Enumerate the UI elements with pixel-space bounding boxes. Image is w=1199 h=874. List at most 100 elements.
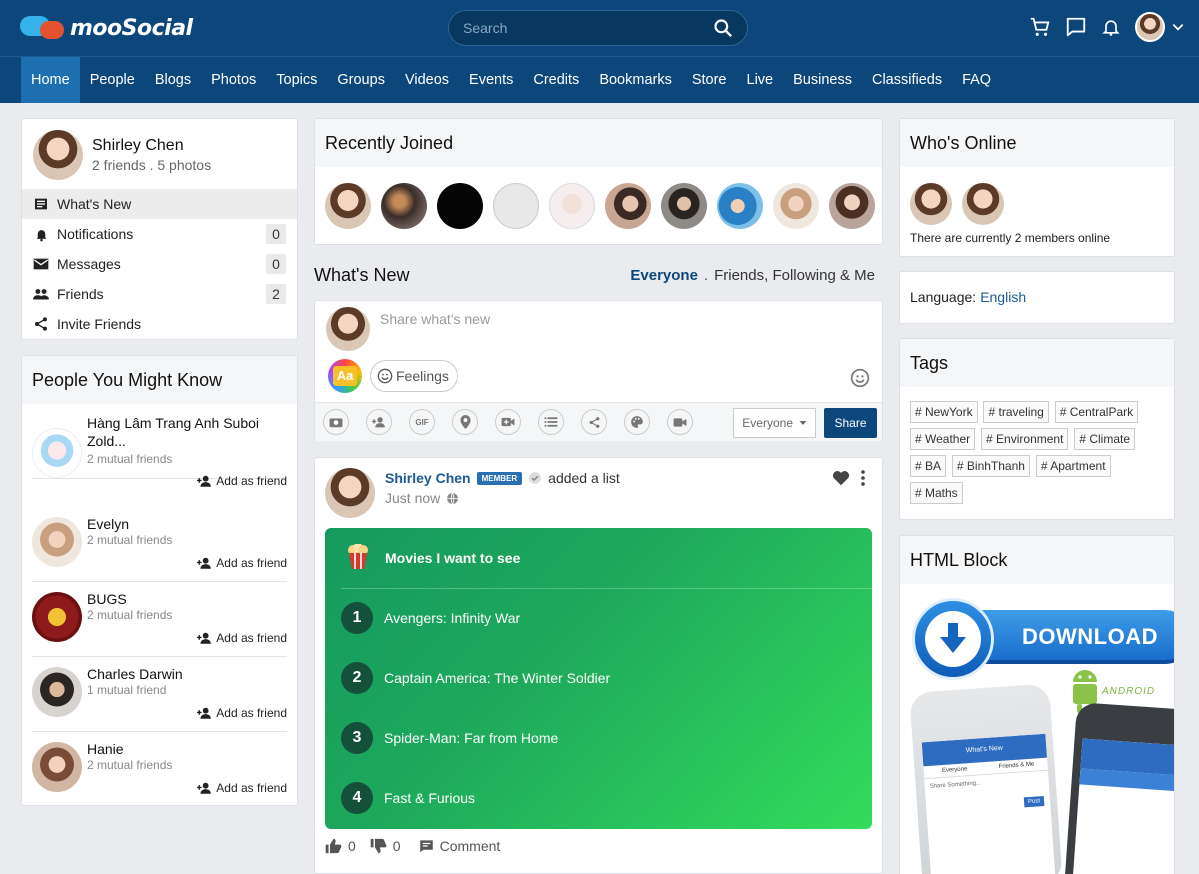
video-add-icon[interactable] <box>495 409 521 435</box>
add-friend-button[interactable]: Add as friend <box>197 781 287 795</box>
gif-icon[interactable]: GIF <box>409 409 435 435</box>
download-banner[interactable]: DOWNLOAD <box>912 598 1174 680</box>
tag-friend-icon[interactable] <box>366 409 392 435</box>
tag-item[interactable]: # CentralPark <box>1054 401 1139 423</box>
avatar[interactable] <box>32 428 82 478</box>
avatar[interactable] <box>829 183 875 229</box>
tag-item[interactable]: # Climate <box>1074 428 1135 450</box>
add-friend-button[interactable]: Add as friend <box>197 556 287 570</box>
avatar[interactable] <box>962 183 1004 225</box>
filter-friends-following[interactable]: Friends, Following & Me <box>714 267 875 284</box>
nav-business[interactable]: Business <box>783 57 862 103</box>
status-input[interactable]: Share what's new <box>380 311 490 327</box>
nav-topics[interactable]: Topics <box>266 57 327 103</box>
more-options-icon[interactable] <box>860 470 866 486</box>
emoji-icon[interactable] <box>850 368 870 388</box>
avatar[interactable] <box>32 517 82 567</box>
tag-item[interactable]: # traveling <box>983 401 1049 423</box>
list-number: 4 <box>341 782 373 814</box>
search-input[interactable]: Search <box>448 10 748 46</box>
heart-icon[interactable] <box>832 470 850 486</box>
list-icon[interactable] <box>538 409 564 435</box>
avatar[interactable] <box>32 742 82 792</box>
thumbs-down-icon[interactable] <box>370 838 387 854</box>
menu-invite-friends[interactable]: Invite Friends <box>22 309 297 339</box>
nav-people[interactable]: People <box>80 57 145 103</box>
chat-icon[interactable] <box>1065 16 1087 38</box>
person-name[interactable]: BUGS <box>87 590 277 608</box>
author-name[interactable]: Shirley Chen <box>385 470 471 486</box>
post-time[interactable]: Just now <box>385 490 440 506</box>
nav-faq[interactable]: FAQ <box>952 57 1001 103</box>
nav-store[interactable]: Store <box>682 57 737 103</box>
nav-credits[interactable]: Credits <box>523 57 589 103</box>
nav-home[interactable]: Home <box>21 57 80 103</box>
nav-live[interactable]: Live <box>737 57 784 103</box>
avatar[interactable] <box>717 183 763 229</box>
menu-notifications[interactable]: Notifications 0 <box>22 219 297 249</box>
avatar[interactable] <box>661 183 707 229</box>
tag-item[interactable]: # BA <box>910 455 947 477</box>
bell-icon[interactable] <box>1101 17 1121 37</box>
comment-icon[interactable] <box>419 839 434 853</box>
cart-icon[interactable] <box>1029 16 1051 38</box>
person-name[interactable]: Hanie <box>87 740 277 758</box>
feelings-button[interactable]: Feelings <box>370 360 458 392</box>
avatar[interactable] <box>549 183 595 229</box>
menu-whats-new[interactable]: What's New <box>22 189 297 219</box>
person-name[interactable]: Hàng Lâm Trang Anh Suboi Zold... <box>87 414 277 450</box>
tag-item[interactable]: # Apartment <box>1035 455 1111 477</box>
privacy-select[interactable]: Everyone <box>733 408 816 438</box>
account-menu[interactable] <box>1135 12 1185 42</box>
text-style-button[interactable]: Aa <box>328 359 362 393</box>
dislike-count: 0 <box>392 838 401 854</box>
nav-groups[interactable]: Groups <box>327 57 395 103</box>
person-name[interactable]: Charles Darwin <box>87 665 277 683</box>
feelings-label: Feelings <box>396 368 449 384</box>
avatar[interactable] <box>325 183 371 229</box>
search-icon[interactable] <box>713 18 733 38</box>
status-composer: Share what's new Aa Feelings GIF Everyon… <box>314 300 883 441</box>
profile-avatar[interactable] <box>33 130 83 180</box>
profile-name[interactable]: Shirley Chen <box>92 137 184 155</box>
logo[interactable]: mooSocial <box>20 14 193 42</box>
filter-everyone[interactable]: Everyone <box>630 267 698 284</box>
nav-photos[interactable]: Photos <box>201 57 266 103</box>
nav-videos[interactable]: Videos <box>395 57 459 103</box>
comment-button[interactable]: Comment <box>440 838 501 854</box>
add-friend-button[interactable]: Add as friend <box>197 474 287 488</box>
avatar[interactable] <box>605 183 651 229</box>
share-button[interactable]: Share <box>824 408 877 438</box>
html-block-card: HTML Block DOWNLOAD ANDROID What's New E… <box>899 535 1175 874</box>
location-icon[interactable] <box>452 409 478 435</box>
avatar[interactable] <box>381 183 427 229</box>
nav-bookmarks[interactable]: Bookmarks <box>589 57 682 103</box>
tag-item[interactable]: # BinhThanh <box>951 455 1030 477</box>
video-icon[interactable] <box>667 409 693 435</box>
avatar[interactable] <box>493 183 539 229</box>
nav-blogs[interactable]: Blogs <box>145 57 201 103</box>
author-avatar[interactable] <box>325 468 375 518</box>
avatar[interactable] <box>773 183 819 229</box>
tag-item[interactable]: # Weather <box>910 428 976 450</box>
person-name[interactable]: Evelyn <box>87 515 277 533</box>
avatar[interactable] <box>437 183 483 229</box>
add-friend-button[interactable]: Add as friend <box>197 631 287 645</box>
language-select[interactable]: English <box>980 289 1026 305</box>
thumbs-up-icon[interactable] <box>325 838 342 854</box>
nav-events[interactable]: Events <box>459 57 523 103</box>
avatar[interactable] <box>32 592 82 642</box>
menu-friends[interactable]: Friends 2 <box>22 279 297 309</box>
avatar[interactable] <box>910 183 952 225</box>
tag-item[interactable]: # NewYork <box>910 401 978 423</box>
add-friend-button[interactable]: Add as friend <box>197 706 287 720</box>
tag-item[interactable]: # Maths <box>910 482 963 504</box>
share-icon[interactable] <box>581 409 607 435</box>
camera-icon[interactable] <box>323 409 349 435</box>
avatar[interactable] <box>32 667 82 717</box>
menu-messages[interactable]: Messages 0 <box>22 249 297 279</box>
nav-classifieds[interactable]: Classifieds <box>862 57 952 103</box>
palette-icon[interactable] <box>624 409 650 435</box>
tag-item[interactable]: # Environment <box>981 428 1069 450</box>
popcorn-icon <box>348 544 368 569</box>
